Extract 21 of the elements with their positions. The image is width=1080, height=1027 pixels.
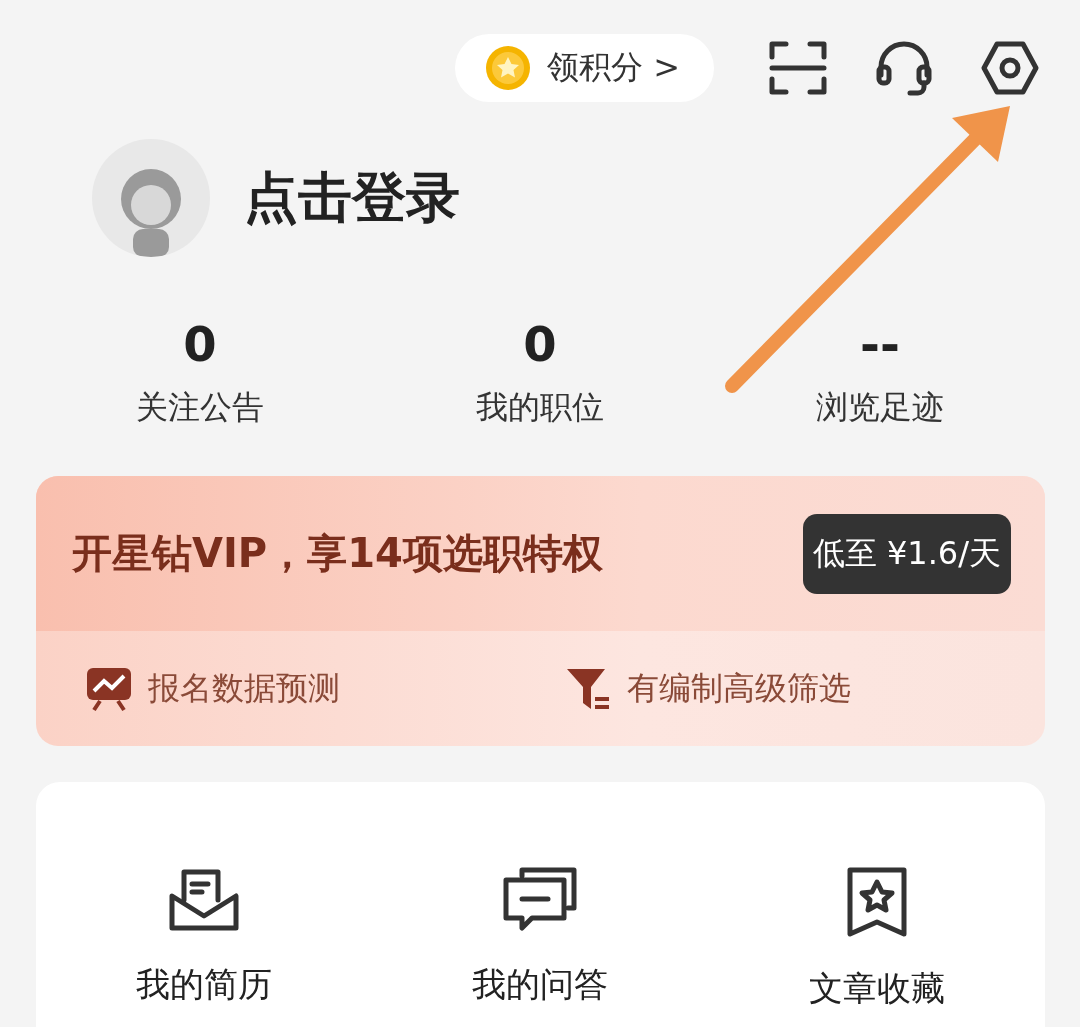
shortcut-button[interactable]: 我的问答	[372, 782, 709, 1027]
stat-label[interactable]: 我的职位	[476, 386, 604, 430]
feature-label: 有编制高级筛选	[626, 667, 851, 709]
login-link[interactable]: 点击登录	[244, 161, 460, 235]
price-button[interactable]: 低至 ¥1.6/天	[802, 513, 1011, 594]
shortcut-button[interactable]: 文章收藏	[708, 782, 1045, 1027]
vip-banner[interactable]: 开星钻VIP，享14项选职特权 低至 ¥1.6/天 报名数据预测 有编制高级筛选	[36, 476, 1045, 746]
stat-value: 0	[523, 316, 557, 372]
star-coin-icon	[485, 45, 531, 91]
feature-label: 报名数据预测	[148, 667, 340, 709]
stat-label[interactable]: 关注公告	[136, 386, 264, 430]
shortcut-button[interactable]: 我的简历	[36, 782, 373, 1027]
chat-bubbles-icon	[502, 866, 579, 934]
vip-title: 开星钻VIP，享14项选职特权	[72, 529, 603, 578]
settings-icon	[981, 41, 1039, 95]
stat-label[interactable]: 浏览足迹	[816, 386, 944, 430]
stat-value: --	[860, 316, 900, 372]
stat-value: 0	[183, 316, 217, 372]
headset-icon	[875, 39, 933, 97]
scan-icon	[769, 41, 827, 95]
points-button[interactable]: 领积分 >	[455, 34, 714, 102]
